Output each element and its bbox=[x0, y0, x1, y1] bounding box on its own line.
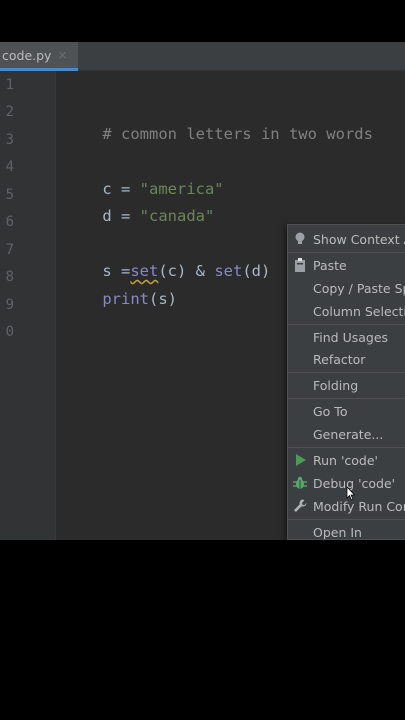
menu-item-go-to[interactable]: Go To bbox=[288, 400, 405, 422]
top-letterbox bbox=[0, 0, 405, 42]
line-number: 7 bbox=[5, 242, 14, 258]
menu-item-paste[interactable]: Paste bbox=[288, 254, 405, 276]
string-literal: "canada" bbox=[139, 207, 215, 225]
ide-window: code.py × 1 2 3 4 5 6 7 8 9 0 # common l… bbox=[0, 42, 405, 540]
debug-icon bbox=[292, 475, 308, 491]
menu-item-generate[interactable]: Generate... bbox=[288, 423, 405, 445]
menu-item-folding[interactable]: Folding bbox=[288, 374, 405, 396]
builtin-print: print bbox=[102, 290, 149, 308]
line-number: 5 bbox=[5, 187, 14, 203]
line-number: 6 bbox=[5, 214, 14, 230]
menu-item-label: Open In bbox=[313, 524, 362, 540]
menu-item-label: Find Usages bbox=[313, 329, 389, 345]
menu-item-open-in[interactable]: Open In bbox=[288, 521, 405, 540]
menu-separator bbox=[288, 372, 405, 373]
code-line-print[interactable]: print(s) bbox=[65, 266, 177, 332]
menu-item-run-code[interactable]: Run 'code' bbox=[288, 449, 405, 471]
code-text: (d) bbox=[242, 262, 271, 280]
menu-separator bbox=[288, 252, 405, 253]
line-number: 4 bbox=[5, 159, 14, 175]
menu-separator bbox=[288, 398, 405, 399]
line-number: 0 bbox=[5, 324, 14, 340]
clipboard-icon bbox=[292, 257, 308, 273]
menu-item-label: Refactor bbox=[313, 351, 366, 367]
menu-item-label: Show Context Ac bbox=[313, 231, 405, 247]
line-number: 9 bbox=[5, 297, 14, 313]
menu-item-label: Generate... bbox=[313, 426, 384, 442]
wrench-icon bbox=[292, 498, 308, 514]
editor-tab-bar: code.py × bbox=[0, 42, 405, 71]
menu-item-label: Folding bbox=[313, 377, 359, 393]
line-number: 3 bbox=[5, 132, 14, 148]
line-number: 1 bbox=[5, 77, 14, 93]
menu-item-label: Run 'code' bbox=[313, 452, 378, 468]
bottom-letterbox bbox=[0, 540, 405, 720]
code-text: d = bbox=[102, 207, 140, 225]
lightbulb-icon bbox=[292, 231, 308, 247]
menu-item-find-usages[interactable]: Find Usages bbox=[288, 326, 405, 348]
menu-item-label: Go To bbox=[313, 403, 348, 419]
menu-separator bbox=[288, 447, 405, 448]
menu-separator bbox=[288, 519, 405, 520]
run-icon bbox=[292, 452, 308, 468]
comment-text: # common letters in two words bbox=[102, 125, 373, 143]
menu-item-label: Modify Run Con bbox=[313, 498, 405, 514]
tab-label: code.py bbox=[2, 47, 52, 63]
builtin-set: set bbox=[214, 262, 243, 280]
code-text: (s) bbox=[149, 290, 177, 308]
menu-item-show-context-actions[interactable]: Show Context Ac bbox=[288, 228, 405, 250]
menu-item-column-selection[interactable]: Column Selectio bbox=[288, 300, 405, 322]
line-number: 2 bbox=[5, 104, 14, 120]
menu-item-copy-paste-special[interactable]: Copy / Paste Spe bbox=[288, 277, 405, 299]
line-number-gutter: 1 2 3 4 5 6 7 8 9 0 bbox=[0, 71, 56, 540]
menu-separator bbox=[288, 324, 405, 325]
mouse-cursor-icon bbox=[346, 487, 356, 501]
line-number: 8 bbox=[5, 269, 14, 285]
menu-item-refactor[interactable]: Refactor bbox=[288, 348, 405, 370]
menu-item-label: Copy / Paste Spe bbox=[313, 280, 405, 296]
menu-item-label: Paste bbox=[313, 257, 347, 273]
close-icon[interactable]: × bbox=[57, 48, 67, 62]
menu-item-label: Column Selectio bbox=[313, 303, 405, 319]
tab-code-py[interactable]: code.py × bbox=[0, 42, 78, 71]
